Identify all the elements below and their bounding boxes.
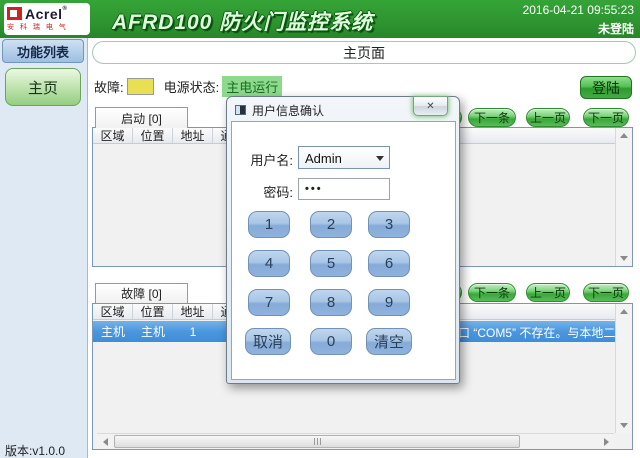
column-header[interactable]: 位置: [133, 304, 173, 319]
keypad-0-button[interactable]: 0: [310, 328, 352, 355]
cancel-button[interactable]: 取消: [245, 328, 291, 355]
acrel-logo-icon: [7, 7, 22, 20]
page-title: 主页面: [92, 41, 636, 64]
password-field[interactable]: •••: [298, 178, 390, 200]
cell-position: 主机: [133, 321, 173, 342]
cell-area: 主机: [93, 321, 133, 342]
logo-subtitle: 安 科 瑞 电 气: [7, 22, 87, 32]
header-bar: Acrel® 安 科 瑞 电 气 AFRD100 防火门监控系统 2016-04…: [0, 0, 640, 38]
status-row: 故障: 电源状态: 主电运行: [94, 76, 282, 96]
column-header[interactable]: 区域: [93, 304, 133, 319]
password-dots: •••: [305, 183, 323, 195]
sidebar-item-home[interactable]: 主页: [5, 68, 81, 106]
login-status: 未登陆: [523, 20, 634, 37]
keypad-4-button[interactable]: 4: [248, 250, 290, 277]
app-window: Acrel® 安 科 瑞 电 气 AFRD100 防火门监控系统 2016-04…: [0, 0, 640, 458]
version-label: 版本:v1.0.0: [5, 442, 65, 458]
chevron-down-icon: [376, 156, 384, 161]
fault-status-swatch: [127, 78, 154, 95]
start-prev-page-button[interactable]: 上一页: [526, 108, 570, 127]
sidebar: 功能列表 主页 版本:v1.0.0: [0, 38, 88, 458]
dialog-title: 用户信息确认: [252, 102, 324, 119]
start-vertical-scrollbar[interactable]: [615, 128, 632, 266]
fault-label: 故障:: [94, 77, 124, 96]
user-login-dialog: 用户信息确认 ✕ 用户名: Admin 密码: ••• 1 2 3 4 5 6 …: [226, 96, 460, 384]
clear-button[interactable]: 清空: [366, 328, 412, 355]
dialog-window-icon: [235, 105, 246, 115]
scroll-down-icon[interactable]: [616, 418, 632, 433]
tab-fault[interactable]: 故障 [0]: [95, 283, 188, 303]
username-label: 用户名:: [235, 150, 293, 169]
column-header[interactable]: 区域: [93, 128, 133, 143]
fault-next-page-button[interactable]: 下一页: [583, 283, 629, 302]
keypad-2-button[interactable]: 2: [310, 211, 352, 238]
keypad-6-button[interactable]: 6: [368, 250, 410, 277]
column-header[interactable]: 地址: [173, 128, 213, 143]
acrel-logo: Acrel® 安 科 瑞 电 气: [4, 3, 90, 35]
registered-mark: ®: [63, 6, 68, 12]
keypad-1-button[interactable]: 1: [248, 211, 290, 238]
fault-next-item-button[interactable]: 下一条: [468, 283, 516, 302]
keypad-7-button[interactable]: 7: [248, 289, 290, 316]
tab-start[interactable]: 启动 [0]: [95, 107, 188, 128]
scroll-right-icon[interactable]: [598, 434, 614, 449]
scroll-down-icon[interactable]: [616, 251, 632, 266]
keypad-8-button[interactable]: 8: [310, 289, 352, 316]
thumb-grip-icon: [317, 438, 318, 445]
fault-horizontal-scrollbar[interactable]: [97, 433, 614, 449]
scroll-up-icon[interactable]: [616, 128, 632, 143]
fault-prev-page-button[interactable]: 上一页: [526, 283, 570, 302]
login-button[interactable]: 登陆: [580, 76, 632, 99]
power-label: 电源状态:: [164, 77, 220, 96]
keypad-3-button[interactable]: 3: [368, 211, 410, 238]
scrollbar-thumb[interactable]: [114, 435, 520, 448]
app-title: AFRD100 防火门监控系统: [112, 6, 373, 36]
cell-description: 口 “COM5” 不存在。与本地二总: [458, 324, 616, 341]
datetime-display: 2016-04-21 09:55:23: [523, 3, 634, 17]
password-label: 密码:: [235, 182, 293, 201]
fault-vertical-scrollbar[interactable]: [615, 304, 632, 433]
column-header[interactable]: 位置: [133, 128, 173, 143]
start-next-page-button[interactable]: 下一页: [583, 108, 629, 127]
username-value: Admin: [305, 151, 342, 166]
close-icon[interactable]: ✕: [413, 97, 448, 116]
username-select[interactable]: Admin: [298, 146, 390, 169]
keypad-9-button[interactable]: 9: [368, 289, 410, 316]
start-next-item-button[interactable]: 下一条: [468, 108, 516, 127]
cell-address: 1: [173, 321, 213, 342]
scroll-up-icon[interactable]: [616, 304, 632, 319]
power-status-value: 主电运行: [222, 76, 282, 97]
scroll-left-icon[interactable]: [97, 434, 113, 449]
keypad-5-button[interactable]: 5: [310, 250, 352, 277]
logo-brand-text: Acrel®: [25, 6, 67, 22]
column-header[interactable]: 地址: [173, 304, 213, 319]
sidebar-menu-title[interactable]: 功能列表: [2, 39, 84, 63]
